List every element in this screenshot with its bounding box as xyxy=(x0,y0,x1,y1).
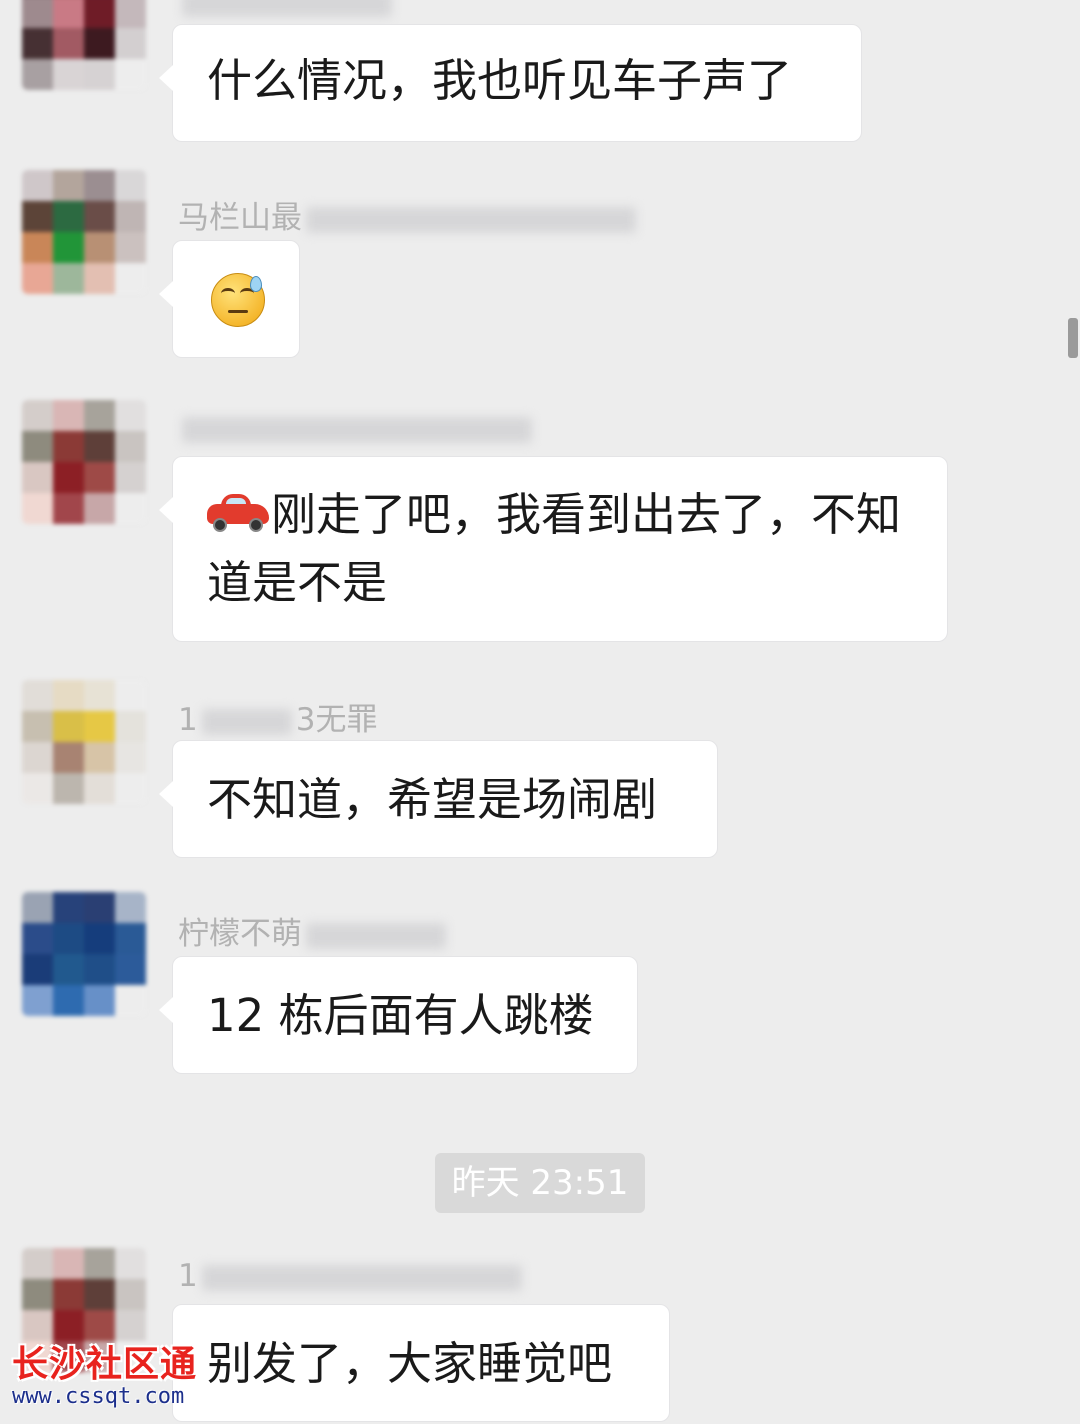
sender-name xyxy=(178,0,392,20)
sender-name: 柠檬不萌 xyxy=(178,908,446,953)
message-bubble[interactable]: 什么情况，我也听见车子声了 xyxy=(159,24,862,142)
message-bubble[interactable]: 别发了，大家睡觉吧 xyxy=(159,1304,670,1422)
timestamp: 昨天 23:51 xyxy=(435,1153,645,1213)
message-text: 什么情况，我也听见车子声了 xyxy=(207,54,793,107)
message-text: 不知道，希望是场闹剧 xyxy=(207,773,658,826)
message-text-line1: 刚走了吧，我看到出去了，不知 xyxy=(271,488,902,541)
scrollbar[interactable] xyxy=(1068,318,1078,358)
sender-name: 1 xyxy=(178,1258,522,1294)
watermark: 长沙社区通 www.cssqt.com xyxy=(12,1345,197,1409)
message-bubble[interactable]: 不知道，希望是场闹剧 xyxy=(159,740,718,858)
message-bubble[interactable] xyxy=(159,240,300,358)
message-bubble[interactable]: 12 栋后面有人跳楼 xyxy=(159,956,638,1074)
sender-name: 马栏山最 xyxy=(178,192,636,237)
watermark-title: 长沙社区通 xyxy=(12,1344,198,1385)
watermark-url: www.cssqt.com xyxy=(12,1384,185,1409)
avatar[interactable] xyxy=(22,680,146,804)
avatar[interactable] xyxy=(22,170,146,294)
avatar[interactable] xyxy=(22,892,146,1016)
message-text-line2: 道是不是 xyxy=(207,556,388,609)
sender-name xyxy=(178,410,532,446)
avatar[interactable] xyxy=(22,400,146,524)
message-bubble[interactable]: 刚走了吧，我看到出去了，不知 道是不是 xyxy=(159,456,948,642)
avatar[interactable] xyxy=(22,0,146,90)
car-icon xyxy=(207,492,269,532)
message-text: 12 栋后面有人跳楼 xyxy=(207,989,594,1042)
sweat-smile-icon xyxy=(211,273,265,327)
message-text: 别发了，大家睡觉吧 xyxy=(207,1337,613,1390)
sender-name: 1 3无罪 xyxy=(178,702,378,738)
